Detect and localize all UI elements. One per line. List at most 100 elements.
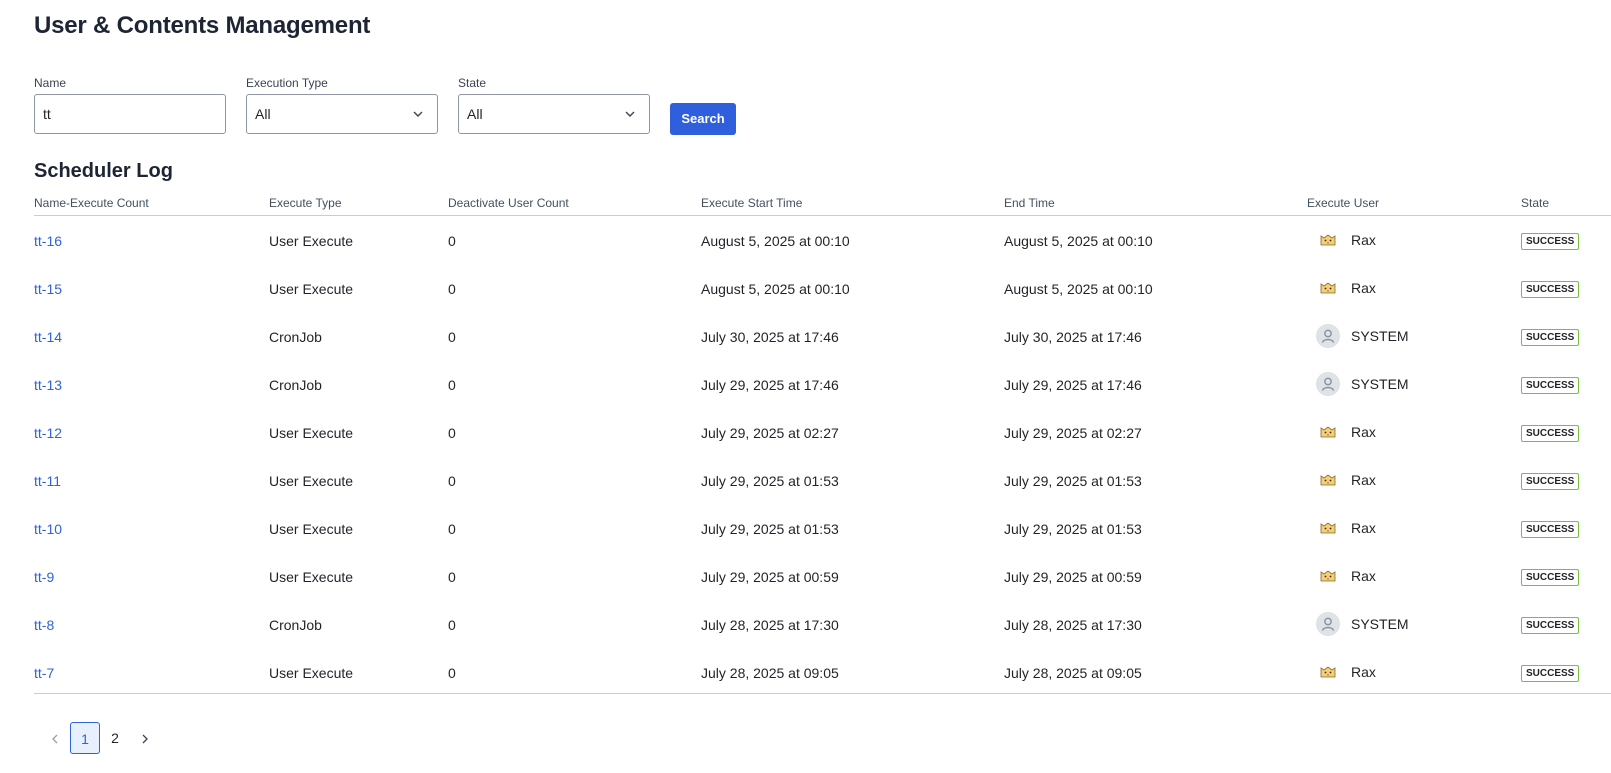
execute-user: SYSTEM [1316,372,1409,396]
deactivate-user-count: 0 [448,329,456,345]
pagination: 1 2 [40,722,160,754]
execution-type-value: All [255,106,271,122]
page-button-2[interactable]: 2 [100,722,130,754]
chevron-right-icon [142,734,148,744]
status-badge: SUCCESS [1521,329,1580,346]
log-name-link[interactable]: tt-10 [34,521,62,537]
execute-user-name: SYSTEM [1351,376,1409,392]
end-time: July 29, 2025 at 01:53 [1004,521,1142,537]
execute-user: Rax [1316,468,1376,492]
status-badge: SUCCESS [1521,521,1580,538]
execute-user: SYSTEM [1316,612,1409,636]
table-row: tt-10 User Execute 0 July 29, 2025 at 01:53… [34,504,1611,552]
execute-user-name: SYSTEM [1351,616,1409,632]
search-button[interactable]: Search [670,103,736,135]
execute-type: CronJob [269,377,322,393]
column-header: State [1521,196,1550,210]
person-icon [1316,612,1340,636]
log-name-link[interactable]: tt-8 [34,617,54,633]
end-time: July 30, 2025 at 17:46 [1004,329,1142,345]
cat-avatar-icon [1316,228,1340,252]
table-row: tt-8 CronJob 0 July 28, 2025 at 17:30 July 2… [34,600,1611,648]
log-name-link[interactable]: tt-13 [34,377,62,393]
table-row: tt-9 User Execute 0 July 29, 2025 at 00:59 J… [34,552,1611,600]
end-time: August 5, 2025 at 00:10 [1004,233,1153,249]
deactivate-user-count: 0 [448,521,456,537]
table-header: Name-Execute Count Execute Type Deactiva… [34,192,1611,216]
chevron-down-icon [413,111,423,117]
prev-page-button[interactable] [40,722,70,754]
end-time: July 28, 2025 at 09:05 [1004,665,1142,681]
table-row: tt-14 CronJob 0 July 30, 2025 at 17:46 July … [34,312,1611,360]
scheduler-log-table: Name-Execute Count Execute Type Deactiva… [34,192,1611,694]
execute-start-time: July 29, 2025 at 01:53 [701,473,839,489]
status-badge: SUCCESS [1521,281,1580,298]
log-name-link[interactable]: tt-7 [34,665,54,681]
log-name-link[interactable]: tt-14 [34,329,62,345]
execute-user-name: Rax [1351,472,1376,488]
cat-avatar-icon [1316,420,1340,444]
cat-avatar-icon [1316,468,1340,492]
deactivate-user-count: 0 [448,281,456,297]
table-row: tt-15 User Execute 0 August 5, 2025 at 00:1… [34,264,1611,312]
execute-type: User Execute [269,521,354,537]
execute-start-time: August 5, 2025 at 00:10 [701,281,850,297]
execute-user-name: Rax [1351,280,1376,296]
log-name-link[interactable]: tt-15 [34,281,62,297]
end-time: July 29, 2025 at 00:59 [1004,569,1142,585]
execute-user: Rax [1316,420,1376,444]
status-badge: SUCCESS [1521,569,1580,586]
section-title: Scheduler Log [34,160,173,182]
execute-user-name: Rax [1351,520,1376,536]
column-header: Execute User [1307,196,1380,210]
page-title: User & Contents Management [34,12,371,39]
execute-user: SYSTEM [1316,324,1409,348]
state-select[interactable]: All [458,94,650,134]
table-row: tt-12 User Execute 0 July 29, 2025 at 02:27… [34,408,1611,456]
execute-start-time: July 29, 2025 at 02:27 [701,425,839,441]
execute-user-name: Rax [1351,568,1376,584]
execute-user-name: SYSTEM [1351,328,1409,344]
execute-user: Rax [1316,276,1376,300]
execute-type: User Execute [269,281,354,297]
status-badge: SUCCESS [1521,425,1580,442]
execute-start-time: July 30, 2025 at 17:46 [701,329,839,345]
person-icon [1316,372,1340,396]
status-badge: SUCCESS [1521,233,1580,250]
page-button-1[interactable]: 1 [70,722,100,754]
column-header: Name-Execute Count [34,196,149,210]
deactivate-user-count: 0 [448,473,456,489]
name-filter-label: Name [34,76,67,90]
table-row: tt-16 User Execute 0 August 5, 2025 at 00:1… [34,216,1611,264]
column-header: Execute Type [269,196,342,210]
column-header: End Time [1004,196,1055,210]
deactivate-user-count: 0 [448,233,456,249]
cat-avatar-icon [1316,276,1340,300]
column-header: Execute Start Time [701,196,803,210]
column-header: Deactivate User Count [448,196,569,210]
log-name-link[interactable]: tt-12 [34,425,62,441]
execute-user: Rax [1316,660,1376,684]
next-page-button[interactable] [130,722,160,754]
cat-avatar-icon [1316,660,1340,684]
execute-type: CronJob [269,329,322,345]
execution-type-select[interactable]: All [246,94,438,134]
deactivate-user-count: 0 [448,425,456,441]
log-name-link[interactable]: tt-11 [34,473,61,489]
execute-user-name: Rax [1351,424,1376,440]
status-badge: SUCCESS [1521,617,1580,634]
cat-avatar-icon [1316,564,1340,588]
status-badge: SUCCESS [1521,473,1580,490]
status-badge: SUCCESS [1521,665,1580,682]
deactivate-user-count: 0 [448,569,456,585]
cat-avatar-icon [1316,516,1340,540]
end-time: July 29, 2025 at 02:27 [1004,425,1142,441]
name-input[interactable]: tt [34,94,226,134]
state-filter: State All [458,76,650,134]
log-name-link[interactable]: tt-9 [34,569,54,585]
execute-user-name: Rax [1351,664,1376,680]
state-value: All [467,106,483,122]
execute-user: Rax [1316,516,1376,540]
execute-type: User Execute [269,233,354,249]
log-name-link[interactable]: tt-16 [34,233,62,249]
